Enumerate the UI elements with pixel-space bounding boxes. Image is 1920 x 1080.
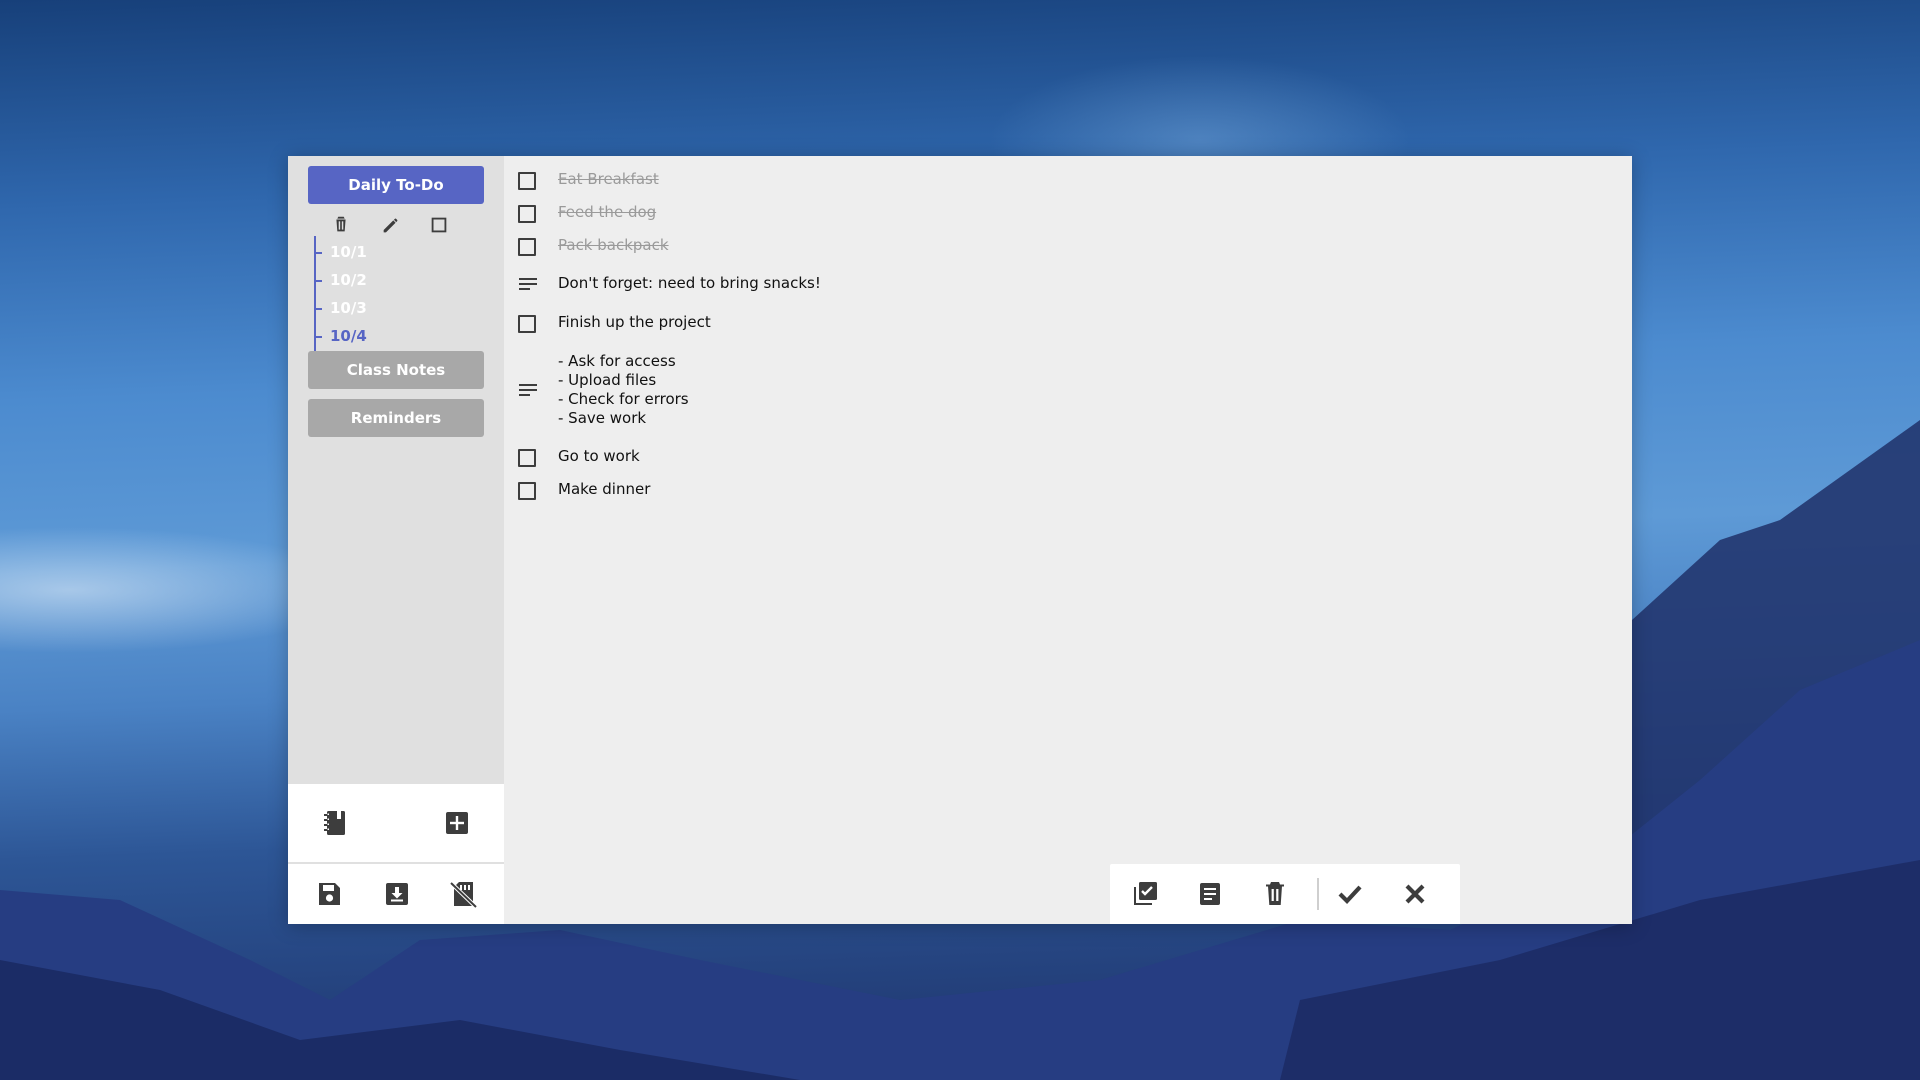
page-item-active[interactable]: 10/4 [314,324,464,350]
page-item[interactable]: 10/3 [314,296,464,322]
tree-tick [314,336,322,338]
item-checkbox[interactable] [518,315,536,333]
item-text[interactable]: Eat Breakfast [558,170,659,189]
item-text[interactable]: Finish up the project [558,313,711,332]
notebook-actions [328,212,468,238]
sd-card-off-icon[interactable] [446,877,480,911]
item-text[interactable]: Go to work [558,447,640,466]
edit-icon[interactable] [380,214,402,236]
tree-tick [314,280,322,282]
notebook-daily-todo-button[interactable]: Daily To-Do [308,166,484,204]
page-label: 10/4 [330,327,367,345]
item-checkbox[interactable] [518,482,536,500]
notes-lines-icon [519,384,537,396]
toolbar-separator [1317,878,1319,910]
item-text[interactable]: Make dinner [558,480,650,499]
app-window: Daily To-Do 10/1 10/2 10/3 10/4 Class No… [288,156,1632,924]
page-label: 10/3 [330,299,367,317]
item-text[interactable]: Pack backpack [558,236,669,255]
checkbox-icon[interactable] [428,214,450,236]
item-text[interactable]: - Ask for access - Upload files - Check … [558,352,689,428]
notebook-controls [288,784,504,862]
tree-tick [314,252,322,254]
item-checkbox[interactable] [518,205,536,223]
page-item[interactable]: 10/1 [314,240,464,266]
download-icon[interactable] [379,877,413,911]
notebook-class-notes-button[interactable]: Class Notes [308,351,484,389]
delete-icon[interactable] [330,214,352,236]
item-text[interactable]: Feed the dog [558,203,656,222]
note-content: Eat Breakfast Feed the dog Pack backpack… [504,156,1632,924]
item-checkbox[interactable] [518,238,536,256]
notes-lines-icon [519,278,537,290]
page-label: 10/2 [330,271,367,289]
tree-tick [314,308,322,310]
item-checkbox[interactable] [518,172,536,190]
note-icon[interactable] [1193,877,1227,911]
file-controls [288,864,504,924]
item-checkbox[interactable] [518,449,536,467]
notebook-icon[interactable] [318,806,352,840]
checklist-icon[interactable] [1128,877,1162,911]
add-box-icon[interactable] [440,806,474,840]
notebook-reminders-button[interactable]: Reminders [308,399,484,437]
close-icon[interactable] [1398,877,1432,911]
page-item[interactable]: 10/2 [314,268,464,294]
editor-toolbar [1110,864,1460,924]
item-text[interactable]: Don't forget: need to bring snacks! [558,274,821,293]
page-label: 10/1 [330,243,367,261]
delete-icon[interactable] [1258,877,1292,911]
save-icon[interactable] [312,877,346,911]
check-icon[interactable] [1333,877,1367,911]
sidebar: Daily To-Do 10/1 10/2 10/3 10/4 Class No… [288,156,504,924]
